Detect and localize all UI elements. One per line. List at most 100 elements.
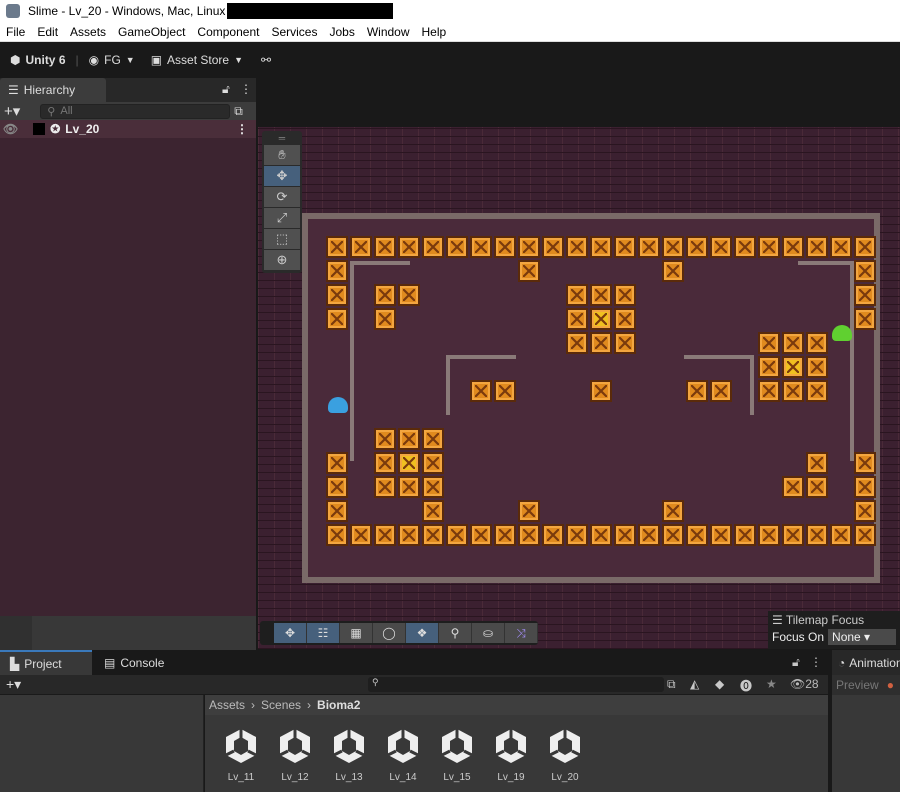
project-search-input[interactable]: ⚲ [368,677,664,692]
menu-edit[interactable]: Edit [37,25,58,39]
crate-tile [590,524,612,546]
add-icon[interactable]: +▾ [6,676,21,693]
hierarchy-item-lv20[interactable]: 👁︎ ✪ Lv_20 ⋮ [0,120,256,138]
crate-tile [326,500,348,522]
crate-tile [518,500,540,522]
drag-handle-icon[interactable]: ═ [264,133,300,145]
crate-tile [398,284,420,306]
star-icon[interactable]: ★ [766,677,777,691]
breadcrumb-assets[interactable]: Assets [209,698,245,712]
circle-button[interactable]: ◯ [373,623,406,643]
crate-tile [854,284,876,306]
warning-icon[interactable]: ⓿ [740,677,752,694]
asset-scene-lv_11[interactable]: Lv_11 [219,727,263,783]
unity-scene-icon [225,729,257,763]
hand-tool-button[interactable]: ✋︎ [264,145,300,165]
more-options-icon[interactable]: ⋮ [810,655,822,669]
asset-scene-lv_14[interactable]: Lv_14 [381,727,425,783]
clock-icon: ◔ [838,655,846,670]
filter-type-icon[interactable]: ◭ [690,677,699,691]
menu-gameobject[interactable]: GameObject [118,25,185,39]
breadcrumb-bioma2[interactable]: Bioma2 [317,698,360,712]
crate-tile [470,524,492,546]
unity-logo-icon [6,4,20,18]
crate-tile [854,524,876,546]
crate-tile [326,284,348,306]
bottom-tabbar: ▙ Project ▤ Console 🔓︎ ⋮ [0,650,900,675]
transform-tool-button[interactable]: ⊕ [264,250,300,270]
search-options-icon[interactable]: ⧉ [234,104,243,119]
eraser-button[interactable]: ⛀ [472,623,505,643]
crate-tile [734,236,756,258]
tilemap-focus-title: Tilemap Focus [785,613,865,627]
menu-services[interactable]: Services [271,25,317,39]
move-tile-button[interactable]: ✥ [274,623,307,643]
record-icon[interactable]: ● [887,678,894,692]
crate-tile [398,452,420,474]
crate-tile [830,236,852,258]
unity-scene-icon [441,729,473,763]
unity-scene-icon [333,729,365,763]
picker-button[interactable]: ⚲ [439,623,472,643]
menu-jobs[interactable]: Jobs [329,25,354,39]
chevron-right-icon: › [307,698,312,712]
asset-scene-lv_13[interactable]: Lv_13 [327,727,371,783]
unity-version-button[interactable]: ⬢ Unity 6 [10,53,66,67]
tab-project[interactable]: ▙ Project [0,650,92,675]
diamond-button[interactable]: ❖ [406,623,439,643]
crate-tile [710,380,732,402]
menu-file[interactable]: File [6,25,25,39]
label-icon[interactable]: ◆ [715,677,724,691]
menu-assets[interactable]: Assets [70,25,106,39]
crate-tile [398,476,420,498]
visibility-eye-icon[interactable]: 👁︎ [3,122,18,136]
account-dropdown[interactable]: ◉ FG ▼ [89,53,135,67]
tilemap-focus-overlay: ☰ Tilemap Focus Focus On None ▾ [768,611,900,649]
unity-scene-icon [279,729,311,763]
tab-hierarchy[interactable]: ☰ Hierarchy [0,78,106,102]
focus-dropdown[interactable]: None ▾ [828,629,896,645]
crate-tile [446,524,468,546]
hierarchy-search-input[interactable]: ⚲ All [40,103,231,119]
more-options-icon[interactable]: ⋮ [236,122,248,136]
lock-icon[interactable]: 🔓︎ [792,655,800,670]
asset-scene-lv_19[interactable]: Lv_19 [489,727,533,783]
crate-tile [614,332,636,354]
hidden-packages-toggle[interactable]: 👁︎28 [790,677,819,691]
blue-slime-character [328,397,348,413]
menu-component[interactable]: Component [197,25,259,39]
add-icon[interactable]: +▾ [4,102,20,120]
scene-view[interactable]: ═ ✋︎ ✥ ⟳ ⤢ ⬚ ⊕ ✥ ☷ ▦ ◯ ❖ ⚲ ⛀ ⤨ ☰ Tilemap… [258,127,900,649]
rotate-tool-button[interactable]: ⟳ [264,187,300,207]
menu-help[interactable]: Help [422,25,447,39]
crate-tile [590,236,612,258]
asset-scene-lv_15[interactable]: Lv_15 [435,727,479,783]
rect-tool-button[interactable]: ⬚ [264,229,300,249]
hidden-count: 28 [805,677,819,691]
search-options-icon[interactable]: ⧉ [667,677,676,692]
crate-tile [614,236,636,258]
asset-store-dropdown[interactable]: ▣ Asset Store ▼ [151,53,243,67]
shuffle-button[interactable]: ⤨ [505,623,538,643]
more-options-icon[interactable]: ⋮ [240,82,252,96]
asset-scene-lv_12[interactable]: Lv_12 [273,727,317,783]
search-icon: ⚲ [47,105,56,118]
move-tool-button[interactable]: ✥ [264,166,300,186]
scale-tool-button[interactable]: ⤢ [264,208,300,228]
asset-scene-lv_20[interactable]: Lv_20 [543,727,587,783]
preview-button[interactable]: Preview [836,678,879,692]
project-toolbar: +▾ ⚲ ⧉ ◭ ◆ ⓿ ★ 👁︎28 [0,675,828,695]
crate-tile [590,380,612,402]
grid-paint-button[interactable]: ▦ [340,623,373,643]
lock-icon[interactable]: 🔓︎ [222,82,230,97]
drag-handle-icon[interactable]: ☰ [772,613,786,627]
tab-console[interactable]: ▤ Console [94,650,174,675]
menu-window[interactable]: Window [367,25,410,39]
crate-tile [590,332,612,354]
tab-animation[interactable]: Animation [849,656,900,670]
breadcrumb-scenes[interactable]: Scenes [261,698,301,712]
version-control-icon[interactable]: ⚯ [261,53,271,67]
crate-tile [422,452,444,474]
crate-tile [854,308,876,330]
tile-settings-button[interactable]: ☷ [307,623,340,643]
